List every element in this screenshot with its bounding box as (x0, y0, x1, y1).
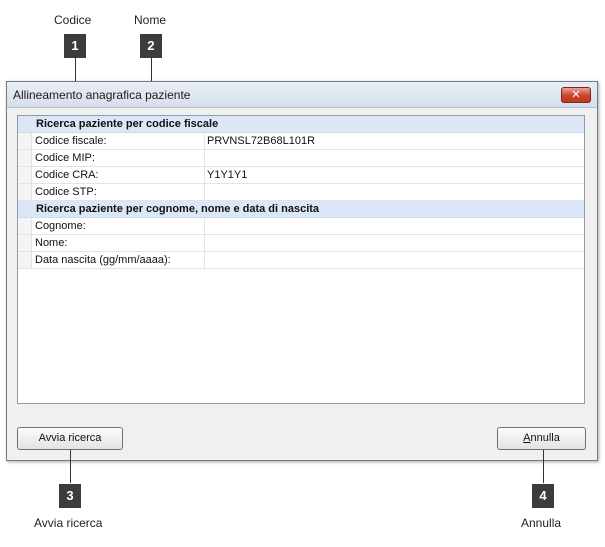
row-gutter (18, 201, 32, 217)
callout-label-annulla: Annulla (521, 516, 562, 530)
grid-row-codice-cra[interactable]: Codice CRA: Y1Y1Y1 (18, 167, 584, 184)
dialog-window: Allineamento anagrafica paziente ✕ Ricer… (6, 81, 598, 461)
codice-fiscale-field[interactable]: PRVNSL72B68L101R (204, 133, 584, 149)
category-label: Ricerca paziente per cognome, nome e dat… (36, 203, 320, 215)
callout-badge-2: 2 (140, 34, 162, 58)
annulla-button[interactable]: Annulla (497, 427, 586, 450)
field-label: Codice CRA: (35, 169, 99, 181)
codice-cra-field[interactable]: Y1Y1Y1 (204, 167, 584, 183)
callout-label-codice: Codice (54, 13, 92, 27)
annulla-label-rest: nnulla (530, 432, 560, 444)
grid-row-codice-fiscale[interactable]: Codice fiscale: PRVNSL72B68L101R (18, 133, 584, 150)
row-gutter (18, 116, 32, 132)
close-button[interactable]: ✕ (561, 87, 591, 103)
row-gutter (18, 150, 32, 166)
data-nascita-field[interactable] (204, 252, 584, 268)
field-label: Codice MIP: (35, 152, 95, 164)
row-gutter (18, 184, 32, 200)
codice-mip-field[interactable] (204, 150, 584, 166)
callout-badge-1: 1 (64, 34, 86, 58)
grid-row-cognome[interactable]: Cognome: (18, 218, 584, 235)
grid-row-nome[interactable]: Nome: (18, 235, 584, 252)
category-header-cognome-nome[interactable]: Ricerca paziente per cognome, nome e dat… (18, 201, 584, 218)
grid-row-codice-stp[interactable]: Codice STP: (18, 184, 584, 201)
callout-label-avvia-ricerca: Avvia ricerca (34, 516, 103, 530)
field-label: Nome: (35, 237, 68, 249)
title-bar: Allineamento anagrafica paziente ✕ (7, 82, 597, 108)
callout-leader-3 (70, 450, 71, 483)
row-gutter (18, 252, 32, 268)
field-label: Data nascita (gg/mm/aaaa): (35, 254, 171, 266)
callout-leader-4 (543, 450, 544, 483)
row-gutter (18, 235, 32, 251)
category-label: Ricerca paziente per codice fiscale (36, 118, 219, 130)
category-header-codice-fiscale[interactable]: Ricerca paziente per codice fiscale (18, 116, 584, 133)
grid-row-data-nascita[interactable]: Data nascita (gg/mm/aaaa): (18, 252, 584, 269)
codice-stp-field[interactable] (204, 184, 584, 200)
property-grid: Ricerca paziente per codice fiscale Codi… (17, 115, 585, 404)
field-label: Cognome: (35, 220, 86, 232)
window-title: Allineamento anagrafica paziente (13, 88, 191, 102)
avvia-ricerca-button[interactable]: Avvia ricerca (17, 427, 123, 450)
row-gutter (18, 167, 32, 183)
grid-row-codice-mip[interactable]: Codice MIP: (18, 150, 584, 167)
callout-badge-3: 3 (59, 484, 81, 508)
close-icon: ✕ (571, 89, 581, 101)
callout-label-nome: Nome (134, 13, 167, 27)
row-gutter (18, 218, 32, 234)
nome-field[interactable] (204, 235, 584, 251)
callout-badge-4: 4 (532, 484, 554, 508)
cognome-field[interactable] (204, 218, 584, 234)
field-label: Codice STP: (35, 186, 97, 198)
field-label: Codice fiscale: (35, 135, 107, 147)
row-gutter (18, 133, 32, 149)
